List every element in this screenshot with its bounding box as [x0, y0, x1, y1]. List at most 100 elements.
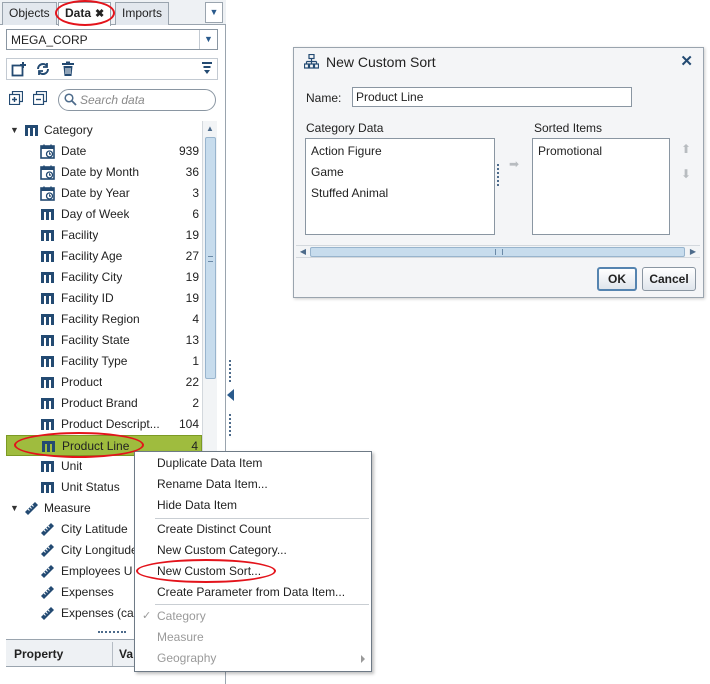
- hierarchy-icon: [304, 54, 319, 69]
- menu-item-create-distinct-count[interactable]: Create Distinct Count: [135, 519, 371, 540]
- expand-all-icon[interactable]: [8, 90, 24, 107]
- tree-item[interactable]: Facility City 19: [6, 267, 202, 288]
- name-field[interactable]: [352, 87, 632, 107]
- move-right-icon[interactable]: ➡: [509, 158, 521, 170]
- menu-item-new-custom-category[interactable]: New Custom Category...: [135, 540, 371, 561]
- tree-item[interactable]: Facility Type 1: [6, 351, 202, 372]
- scrollbar-thumb[interactable]: [205, 137, 216, 379]
- tree-item[interactable]: Day of Week 6: [6, 204, 202, 225]
- tab-data-label: Data: [65, 6, 92, 20]
- new-data-item-icon[interactable]: [10, 61, 28, 77]
- refresh-icon[interactable]: [34, 61, 52, 77]
- move-up-icon[interactable]: ⬆: [679, 142, 693, 156]
- menu-item-hide[interactable]: Hide Data Item: [135, 495, 371, 516]
- measure-icon: [41, 586, 54, 599]
- category-icon: [41, 419, 54, 430]
- category-icon: [42, 441, 55, 452]
- category-icon: [41, 482, 54, 493]
- tree-item[interactable]: Product Brand 2: [6, 393, 202, 414]
- sorted-items-list[interactable]: Promotional: [532, 138, 670, 235]
- menu-item-geography: Geography: [135, 648, 371, 669]
- tree-item[interactable]: Product 22: [6, 372, 202, 393]
- collapse-all-icon[interactable]: [32, 90, 48, 107]
- category-icon: [41, 209, 54, 220]
- dialog-title: New Custom Sort: [326, 54, 436, 70]
- expanded-triangle-icon[interactable]: ▼: [10, 120, 19, 141]
- tree-item[interactable]: Facility ID 19: [6, 288, 202, 309]
- tree-item-label: Facility ID: [61, 291, 114, 305]
- tree-item[interactable]: Facility 19: [6, 225, 202, 246]
- column-header-property[interactable]: Property: [14, 647, 63, 661]
- move-down-icon[interactable]: ⬇: [679, 167, 693, 181]
- list-item[interactable]: Promotional: [538, 144, 602, 158]
- name-label: Name:: [306, 91, 342, 105]
- filter-icon[interactable]: [200, 61, 214, 77]
- tab-data[interactable]: Data ✖: [58, 2, 112, 26]
- tree-item-label: Facility State: [61, 333, 130, 347]
- tree-item[interactable]: Date by Month 36: [6, 162, 202, 183]
- menu-item-duplicate[interactable]: Duplicate Data Item: [135, 453, 371, 474]
- tab-close-icon[interactable]: ✖: [95, 8, 104, 20]
- category-data-list[interactable]: Action Figure Game Stuffed Animal: [305, 138, 495, 235]
- column-header-value[interactable]: Va: [119, 647, 133, 661]
- pane-splitter[interactable]: [98, 631, 126, 635]
- tree-item[interactable]: Date by Year 3: [6, 183, 202, 204]
- data-source-select[interactable]: MEGA_CORP ▼: [6, 29, 218, 50]
- tree-item-label: Date: [61, 144, 87, 158]
- tab-objects[interactable]: Objects: [2, 2, 57, 25]
- data-source-value: MEGA_CORP: [11, 33, 88, 47]
- tree-item-label: Product Line: [62, 439, 130, 453]
- list-item[interactable]: Action Figure: [311, 144, 382, 158]
- menu-item-rename[interactable]: Rename Data Item...: [135, 474, 371, 495]
- tree-item-label: Day of Week: [61, 207, 130, 221]
- category-icon: [41, 314, 54, 325]
- chevron-down-icon[interactable]: ▼: [199, 30, 217, 49]
- splitter-grip: [229, 360, 231, 382]
- category-data-label: Category Data: [306, 121, 384, 135]
- search-field[interactable]: [58, 89, 216, 111]
- list-splitter[interactable]: [497, 164, 499, 186]
- tree-item[interactable]: Facility State 13: [6, 330, 202, 351]
- close-icon[interactable]: ✕: [680, 52, 693, 70]
- scroll-left-icon[interactable]: ◀: [297, 246, 309, 258]
- distinct-count: 22: [185, 375, 199, 389]
- scroll-up-icon[interactable]: ▲: [203, 122, 217, 136]
- delete-icon[interactable]: [59, 61, 77, 77]
- cancel-button[interactable]: Cancel: [642, 267, 696, 291]
- tab-menu-dropdown-icon[interactable]: ▼: [205, 2, 223, 23]
- tree-group-category[interactable]: ▼ Category: [6, 120, 202, 141]
- menu-item-geography-label: Geography: [157, 651, 217, 665]
- collapse-left-icon[interactable]: [227, 389, 234, 401]
- ok-button[interactable]: OK: [597, 267, 637, 291]
- measure-icon: [25, 502, 38, 515]
- measure-icon: [41, 565, 54, 578]
- tab-imports[interactable]: Imports: [115, 2, 170, 25]
- list-item[interactable]: Stuffed Animal: [311, 186, 388, 200]
- menu-item-create-parameter[interactable]: Create Parameter from Data Item...: [135, 582, 371, 603]
- column-divider[interactable]: [112, 642, 113, 666]
- category-icon: [41, 377, 54, 388]
- scroll-right-icon[interactable]: ▶: [687, 246, 699, 258]
- pane-collapse-handle[interactable]: [226, 358, 236, 438]
- dialog-horizontal-scrollbar[interactable]: ◀ ▶: [296, 245, 700, 258]
- tab-objects-label: Objects: [9, 6, 50, 20]
- tree-item[interactable]: Facility Region 4: [6, 309, 202, 330]
- date-icon: [40, 165, 55, 180]
- list-item[interactable]: Game: [311, 165, 344, 179]
- distinct-count: 104: [178, 417, 199, 431]
- measure-icon: [41, 523, 54, 536]
- measure-icon: [41, 607, 54, 620]
- search-input[interactable]: [80, 92, 210, 108]
- dialog-title-bar[interactable]: New Custom Sort ✕: [294, 48, 703, 76]
- tree-item[interactable]: Product Descript... 104: [6, 414, 202, 435]
- category-icon: [41, 230, 54, 241]
- menu-item-new-custom-sort[interactable]: New Custom Sort...: [135, 561, 371, 582]
- expanded-triangle-icon[interactable]: ▼: [10, 498, 19, 519]
- scrollbar-thumb[interactable]: [310, 247, 685, 257]
- distinct-count: 4: [192, 312, 199, 326]
- measure-icon: [41, 544, 54, 557]
- data-toolbar: [6, 58, 218, 80]
- tree-item[interactable]: Date 939: [6, 141, 202, 162]
- tree-item-label: City Longitude: [61, 543, 138, 557]
- tree-item[interactable]: Facility Age 27: [6, 246, 202, 267]
